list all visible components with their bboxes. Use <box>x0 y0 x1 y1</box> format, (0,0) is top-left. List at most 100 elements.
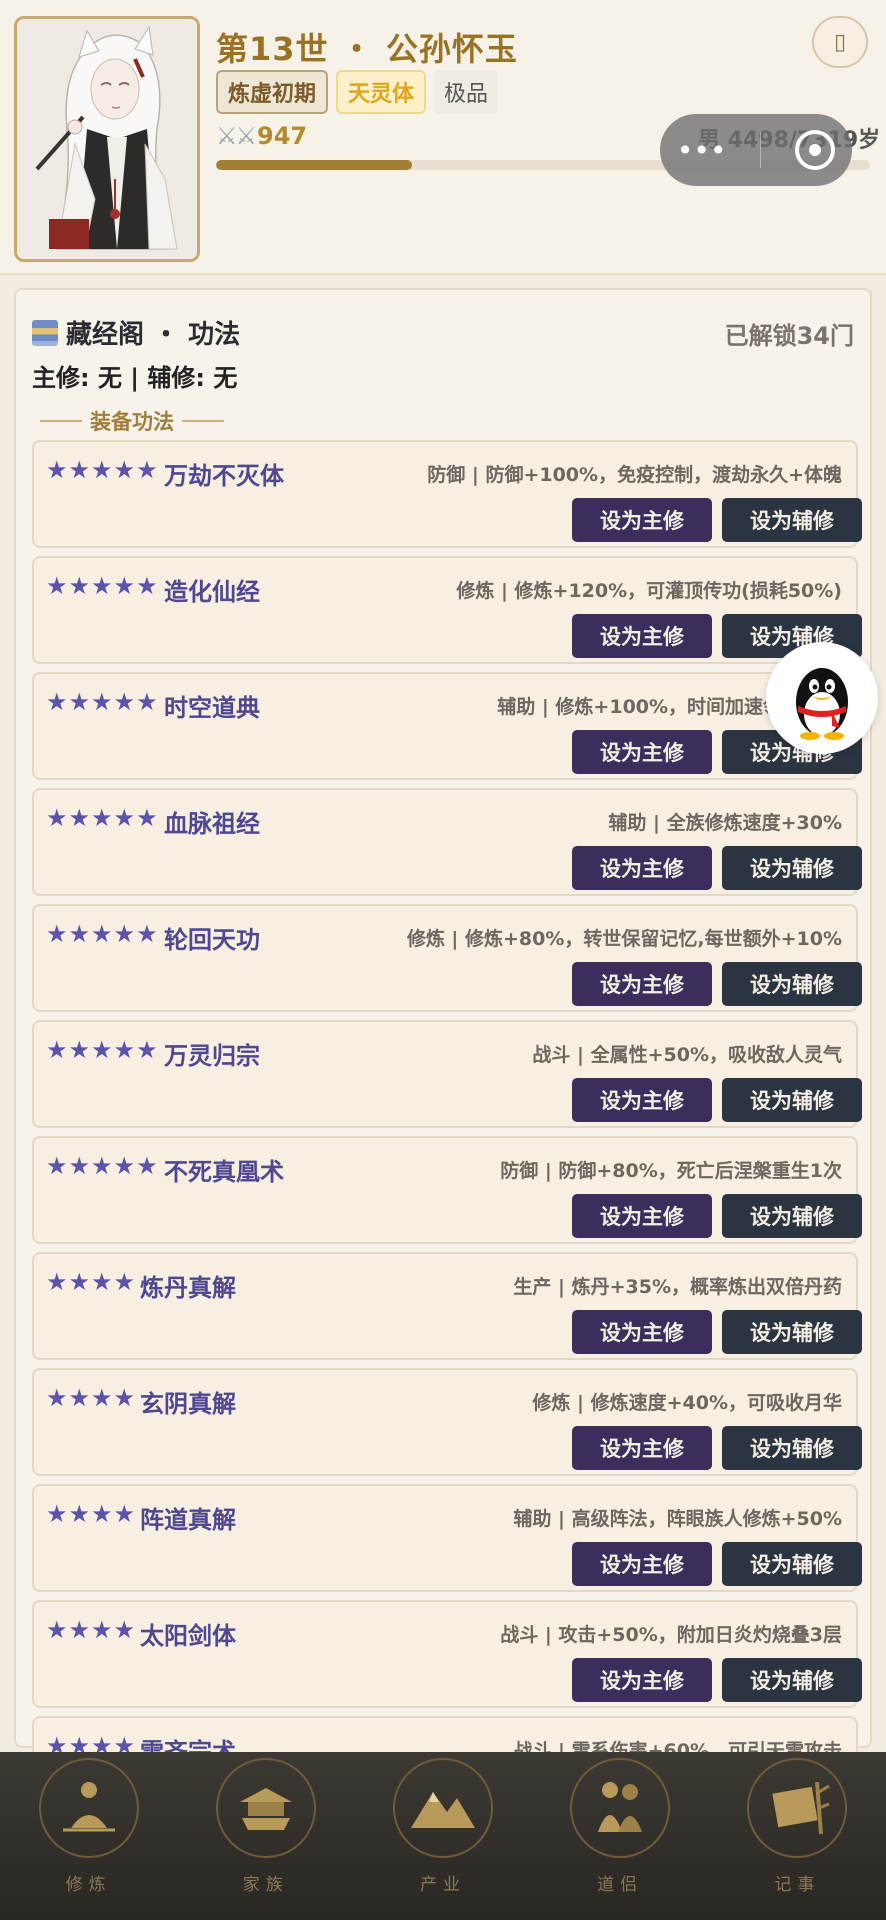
skill-card: ★★★★★ 万灵归宗 战斗 | 全属性+50%，吸收敌人灵气设为主修 设为辅修 <box>32 1020 862 1128</box>
nav-label: 产业 <box>419 1875 466 1895</box>
capsule-divider <box>760 132 762 168</box>
set-auxiliary-button[interactable]: 设为辅修 <box>722 846 862 890</box>
set-main-button[interactable]: 设为主修 <box>572 730 712 774</box>
skill-name: 炼丹真解 <box>140 1274 236 1302</box>
set-main-button[interactable]: 设为主修 <box>572 1658 712 1702</box>
more-dots-icon[interactable]: ••• <box>677 134 727 167</box>
set-auxiliary-button[interactable]: 设为辅修 <box>722 1658 862 1702</box>
skill-description: 防御 | 防御+100%，免疫控制，渡劫永久+体魄 <box>427 464 842 486</box>
skill-description: 战斗 | 攻击+50%，附加日炎灼烧叠3层 <box>500 1624 842 1646</box>
skill-stars: ★★★★★ <box>46 920 159 948</box>
set-auxiliary-button[interactable]: 设为辅修 <box>722 1078 862 1122</box>
set-auxiliary-button[interactable]: 设为辅修 <box>722 962 862 1006</box>
skill-description: 防御 | 防御+80%，死亡后涅槃重生1次 <box>500 1160 842 1182</box>
set-main-button[interactable]: 设为主修 <box>572 1426 712 1470</box>
cultivation-status: 主修: 无 | 辅修: 无 <box>32 364 238 392</box>
grade-badge: 极品 <box>434 70 499 114</box>
skill-stars: ★★★★★ <box>46 1152 159 1180</box>
skill-name: 轮回天功 <box>164 926 260 954</box>
nav-label: 道侣 <box>597 1875 644 1895</box>
section-divider-left <box>40 420 82 422</box>
set-main-button[interactable]: 设为主修 <box>572 1542 712 1586</box>
skill-card: ★★★★★ 万劫不灭体 防御 | 防御+100%，免疫控制，渡劫永久+体魄设为主修设… <box>32 440 862 548</box>
character-title: 第13世 ・ 公孙怀玉 <box>216 30 518 68</box>
skill-card: ★★★★★ 血脉祖经 辅助 | 全族修炼速度+30% 设为主修 设为辅修 <box>32 788 862 896</box>
crossed-swords-icon: ⚔⚔ <box>216 122 257 150</box>
set-auxiliary-button[interactable]: 设为辅修 <box>722 498 862 542</box>
character-header: 第13世 ・ 公孙怀玉 炼虚初期 天灵体 极品 ⚔⚔ 947 男 4498/73… <box>0 0 886 275</box>
mini-program-capsule: ••• <box>660 114 852 186</box>
mountain-landscape-icon <box>392 1758 493 1858</box>
set-main-button[interactable]: 设为主修 <box>572 962 712 1006</box>
couple-icon <box>570 1758 671 1858</box>
skill-stars: ★★★★ <box>46 1384 137 1412</box>
character-badges: 炼虚初期 天灵体 极品 <box>216 70 499 114</box>
skill-name: 万灵归宗 <box>164 1042 260 1070</box>
nav-item-0[interactable]: 修炼 <box>29 1758 149 1895</box>
skill-card: ★★★★ 太阳剑体 战斗 | 攻击+50%，附加日炎灼烧叠3层设为主修 设为辅修 <box>32 1600 862 1708</box>
skill-description: 辅助 | 高级阵法，阵眼族人修炼+50% <box>513 1508 842 1530</box>
nav-item-3[interactable]: 道侣 <box>560 1758 680 1895</box>
skill-name: 阵道真解 <box>140 1506 236 1534</box>
nav-label: 家族 <box>242 1875 289 1895</box>
skill-description: 修炼 | 修炼+80%，转世保留记忆,每世额外+10% <box>406 928 842 950</box>
set-auxiliary-button[interactable]: 设为辅修 <box>722 1194 862 1238</box>
section-divider-right <box>182 420 224 422</box>
set-auxiliary-button[interactable]: 设为辅修 <box>722 1426 862 1470</box>
skill-name: 血脉祖经 <box>164 810 260 838</box>
set-main-button[interactable]: 设为主修 <box>572 498 712 542</box>
skill-stars: ★★★★ <box>46 1268 137 1296</box>
skill-card: ★★★★ 阵道真解 辅助 | 高级阵法，阵眼族人修炼+50% 设为主修 设为辅修 <box>32 1484 862 1592</box>
library-panel: 藏经阁 ・ 功法 已解锁34门 主修: 无 | 辅修: 无 装备功法 ★★★★★… <box>14 288 872 1824</box>
target-icon[interactable] <box>795 130 836 170</box>
skill-description: 修炼 | 修炼+120%，可灌顶传功(损耗50%) <box>456 580 842 602</box>
nav-label: 修炼 <box>65 1875 112 1895</box>
skill-name: 造化仙经 <box>164 578 260 606</box>
set-main-button[interactable]: 设为主修 <box>572 846 712 890</box>
set-main-button[interactable]: 设为主修 <box>572 1310 712 1354</box>
skill-stars: ★★★★★ <box>46 1036 159 1064</box>
skill-description: 生产 | 炼丹+35%，概率炼出双倍丹药 <box>513 1276 842 1298</box>
skill-description: 辅助 | 全族修炼速度+30% <box>608 812 842 834</box>
scroll-icon[interactable]: ▯ <box>812 16 868 68</box>
meditating-figure-icon <box>38 1758 139 1858</box>
skill-stars: ★★★★★ <box>46 572 159 600</box>
physique-badge: 天灵体 <box>336 70 427 114</box>
nav-item-2[interactable]: 产业 <box>383 1758 503 1895</box>
set-main-button[interactable]: 设为主修 <box>572 614 712 658</box>
skill-card: ★★★★ 玄阴真解 修炼 | 修炼速度+40%，可吸收月华 设为主修 设为辅修 <box>32 1368 862 1476</box>
skill-card: ★★★★★ 不死真凰术 防御 | 防御+80%，死亡后涅槃重生1次 设为主修 设为辅修 <box>32 1136 862 1244</box>
skill-name: 太阳剑体 <box>140 1622 236 1650</box>
set-auxiliary-button[interactable]: 设为辅修 <box>722 1310 862 1354</box>
skill-stars: ★★★★★ <box>46 688 159 716</box>
skill-description: 战斗 | 全属性+50%，吸收敌人灵气 <box>532 1044 842 1066</box>
skill-card: ★★★★★ 轮回天功 修炼 | 修炼+80%，转世保留记忆,每世额外+10% 设为主修… <box>32 904 862 1012</box>
skill-card: ★★★★★ 造化仙经 修炼 | 修炼+120%，可灌顶传功(损耗50%) 设为主修 设为… <box>32 556 862 664</box>
nav-item-1[interactable]: 家族 <box>206 1758 326 1895</box>
nav-item-4[interactable]: 记事 <box>737 1758 857 1895</box>
skill-stars: ★★★★ <box>46 1500 137 1528</box>
skill-stars: ★★★★ <box>46 1616 137 1644</box>
skill-card: ★★★★★ 时空道典 辅助 | 修炼+100%，时间加速领域(1% 设为主修 设为辅修 <box>32 672 862 780</box>
unlocked-count: 已解锁34门 <box>724 322 854 350</box>
qq-penguin-icon[interactable] <box>766 642 878 754</box>
books-icon <box>32 319 58 346</box>
skill-description: 修炼 | 修炼速度+40%，可吸收月华 <box>532 1392 842 1414</box>
set-auxiliary-button[interactable]: 设为辅修 <box>722 1542 862 1586</box>
library-title-text: 藏经阁 ・ 功法 <box>66 320 241 350</box>
portrait-illustration <box>17 19 197 259</box>
set-main-button[interactable]: 设为主修 <box>572 1194 712 1238</box>
lifespan-progress-fill <box>216 160 413 170</box>
skill-name: 万劫不灭体 <box>164 462 284 490</box>
scroll-bamboo-icon <box>747 1758 848 1858</box>
bottom-navigation: 修炼 家族 产业 道侣 记事 <box>0 1752 886 1920</box>
character-portrait[interactable] <box>14 16 200 262</box>
set-main-button[interactable]: 设为主修 <box>572 1078 712 1122</box>
skill-card: ★★★★ 炼丹真解 生产 | 炼丹+35%，概率炼出双倍丹药设为主修 设为辅修 <box>32 1252 862 1360</box>
palace-icon <box>215 1758 316 1858</box>
library-title: 藏经阁 ・ 功法 <box>32 314 240 351</box>
combat-power: ⚔⚔ 947 <box>216 122 307 150</box>
nav-label: 记事 <box>774 1875 821 1895</box>
skill-stars: ★★★★★ <box>46 456 159 484</box>
skill-stars: ★★★★★ <box>46 804 159 832</box>
